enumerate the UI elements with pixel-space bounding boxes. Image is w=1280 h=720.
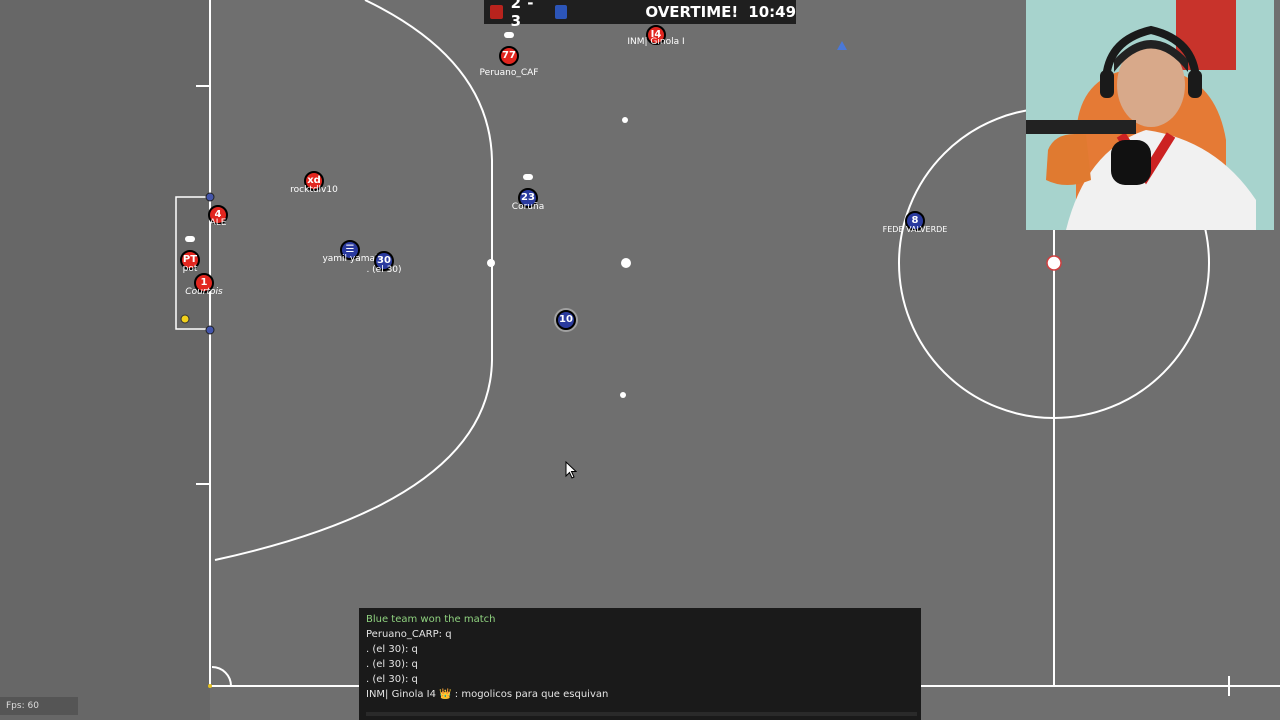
- scoreboard: 2 - 3 OVERTIME! 10:49: [484, 0, 797, 30]
- mouse-pointer-icon: [565, 461, 577, 479]
- chat-bubble-icon: [523, 174, 533, 180]
- chat-message: INM| Ginola I4 👑 : mogolicos para que es…: [366, 689, 609, 700]
- player-77: 77 Peruano_CAF: [480, 32, 538, 78]
- blue-team-icon: [554, 5, 568, 19]
- player-name: INM| Ginola I: [627, 37, 685, 47]
- player-8: 8 FEDE VALVERDE: [883, 211, 947, 234]
- chat-panel: Blue team won the match Peruano_CARP: q …: [359, 608, 921, 720]
- player-name: . (el 30): [366, 265, 402, 275]
- player-i4: I4 INM| Ginola I: [627, 25, 685, 47]
- match-timer: 10:49: [748, 3, 797, 21]
- player-name: Courtois: [185, 287, 223, 297]
- chat-message: . (el 30): q: [366, 644, 418, 655]
- chat-message: Peruano_CARP: q: [366, 629, 452, 640]
- player-name: yamil yamal: [322, 254, 378, 264]
- chat-bubble-icon: [185, 236, 195, 242]
- player-name: Coruña: [511, 202, 545, 212]
- player-name: Peruano_CAF: [479, 68, 539, 78]
- player-name: FEDE VALVERDE: [882, 225, 948, 234]
- webcam-overlay: [1026, 0, 1274, 230]
- active-player-10: 10: [554, 308, 578, 332]
- chat-message: . (el 30): q: [366, 659, 418, 670]
- chat-input[interactable]: [366, 712, 917, 716]
- streamer-image: [1026, 0, 1274, 230]
- player-name: rocktdlv10: [290, 185, 338, 195]
- chat-message: Blue team won the match: [366, 614, 496, 625]
- player-4: 4 ALE: [208, 205, 228, 228]
- match-status: OVERTIME!: [645, 3, 739, 21]
- fps-counter: Fps: 60: [0, 697, 78, 715]
- player-30: 30 . (el 30): [366, 251, 402, 275]
- score-text: 2 - 3: [510, 0, 535, 30]
- red-team-icon: [490, 5, 503, 19]
- player-1: 1 Courtois: [185, 273, 223, 297]
- player-23: 23 Coruña: [512, 174, 544, 212]
- player-disc: 77: [499, 46, 519, 66]
- player-name: ALE: [209, 218, 227, 228]
- chat-bubble-icon: [504, 32, 514, 38]
- player-disc: 10: [556, 310, 576, 330]
- player-xd: xd rocktdlv10: [290, 171, 338, 195]
- chat-message: . (el 30): q: [366, 674, 418, 685]
- player-pt: PT pot: [180, 236, 200, 274]
- player-yamil: ☰ yamil yamal: [322, 240, 378, 264]
